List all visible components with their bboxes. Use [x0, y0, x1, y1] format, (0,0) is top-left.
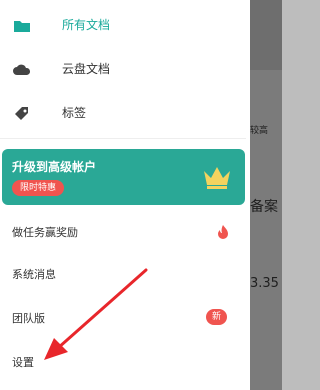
menu-item-tasks[interactable]: 做任务赢奖励 — [0, 212, 246, 252]
nav-item-label: 所有文档 — [62, 18, 111, 32]
nav-item-label: 标签 — [62, 106, 87, 120]
menu-item-label: 设置 — [12, 356, 34, 369]
nav-item-tags[interactable]: 标签 — [0, 92, 246, 136]
new-badge: 新 — [206, 309, 228, 325]
menu-item-label: 系统消息 — [12, 268, 56, 281]
crown-icon — [204, 167, 230, 189]
menu-item-settings[interactable]: 设置 — [0, 342, 246, 382]
background-text-3: 3.35 — [250, 276, 279, 291]
folder-icon — [14, 21, 30, 32]
cloud-icon — [13, 64, 31, 75]
navigation-drawer: 所有文档 云盘文档 标签 升级到高级帐户 限时特惠 做任务赢奖励 系统消息 团队… — [0, 0, 250, 390]
menu-item-system-messages[interactable]: 系统消息 — [0, 254, 246, 294]
nav-item-label: 云盘文档 — [62, 62, 111, 76]
divider — [0, 138, 246, 139]
nav-item-all-documents[interactable]: 所有文档 — [0, 4, 246, 48]
menu-item-team-edition[interactable]: 团队版 新 — [0, 298, 246, 338]
menu-item-label: 团队版 — [12, 312, 45, 325]
background-text-2: 备案 — [250, 199, 278, 215]
tag-icon — [15, 107, 28, 120]
nav-item-cloud-documents[interactable]: 云盘文档 — [0, 48, 246, 92]
background-text-1: 较高 — [250, 126, 269, 136]
upgrade-title: 升级到高级帐户 — [12, 160, 97, 174]
menu-item-label: 做任务赢奖励 — [12, 226, 78, 239]
fire-icon — [218, 225, 228, 239]
limited-offer-badge: 限时特惠 — [12, 180, 65, 196]
background-toolbar — [246, 0, 282, 70]
upgrade-banner[interactable]: 升级到高级帐户 限时特惠 — [2, 149, 245, 205]
background-page: 较高 备案 3.35 — [246, 0, 282, 390]
